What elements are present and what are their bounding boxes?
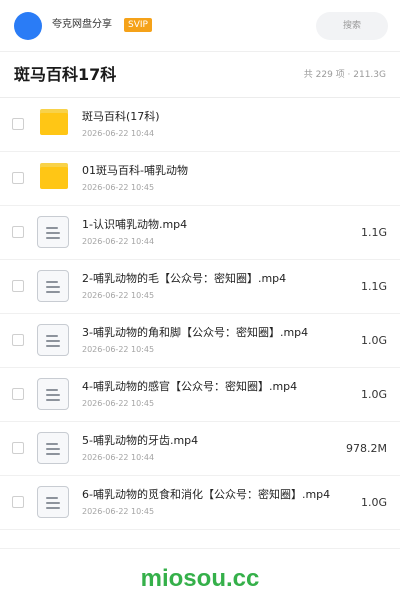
folder-summary: 共 229 项 · 211.3G bbox=[303, 70, 386, 80]
checkbox[interactable] bbox=[12, 226, 24, 238]
video-file-icon bbox=[37, 486, 69, 518]
checkbox[interactable] bbox=[12, 442, 24, 454]
video-file-icon bbox=[37, 324, 69, 356]
video-file-icon bbox=[37, 378, 69, 410]
checkbox[interactable] bbox=[12, 172, 24, 184]
checkbox[interactable] bbox=[12, 334, 24, 346]
avatar[interactable] bbox=[14, 12, 42, 40]
list-item[interactable]: 3-哺乳动物的角和脚【公众号：密知圈】.mp4 2026-06-22 10:45… bbox=[0, 314, 400, 368]
item-name: 01斑马百科-哺乳动物 bbox=[82, 164, 188, 177]
item-date: 2026-06-22 10:44 bbox=[82, 453, 155, 462]
list-item[interactable]: 01斑马百科-哺乳动物 2026-06-22 10:45 bbox=[0, 152, 400, 206]
list-item[interactable]: 2-哺乳动物的毛【公众号：密知圈】.mp4 2026-06-22 10:45 1… bbox=[0, 260, 400, 314]
folder-icon bbox=[40, 163, 68, 189]
item-date: 2026-06-22 10:45 bbox=[82, 507, 155, 516]
item-size: 1.0G bbox=[360, 388, 387, 401]
item-date: 2026-06-22 10:45 bbox=[82, 183, 155, 192]
item-date: 2026-06-22 10:44 bbox=[82, 129, 155, 138]
video-file-icon bbox=[37, 270, 69, 302]
app-title: 夸克网盘分享 bbox=[52, 19, 112, 30]
video-file-icon bbox=[37, 216, 69, 248]
item-name: 5-哺乳动物的牙齿.mp4 bbox=[82, 434, 199, 447]
list-item[interactable]: 6-哺乳动物的觅食和消化【公众号：密知圈】.mp4 2026-06-22 10:… bbox=[0, 476, 400, 530]
list-item[interactable]: 1-认识哺乳动物.mp4 2026-06-22 10:44 1.1G bbox=[0, 206, 400, 260]
item-size: 978.2M bbox=[346, 442, 387, 455]
checkbox[interactable] bbox=[12, 280, 24, 292]
item-size: 1.1G bbox=[360, 280, 387, 293]
item-name: 3-哺乳动物的角和脚【公众号：密知圈】.mp4 bbox=[82, 326, 309, 339]
item-date: 2026-06-22 10:45 bbox=[82, 399, 155, 408]
item-size: 1.0G bbox=[360, 334, 387, 347]
item-date: 2026-06-22 10:45 bbox=[82, 291, 155, 300]
item-name: 1-认识哺乳动物.mp4 bbox=[82, 218, 188, 231]
item-date: 2026-06-22 10:44 bbox=[82, 237, 155, 246]
list-item[interactable]: 4-哺乳动物的感官【公众号：密知圈】.mp4 2026-06-22 10:45 … bbox=[0, 368, 400, 422]
page-title: 斑马百科17科 bbox=[14, 65, 117, 84]
watermark: miosou.cc bbox=[140, 565, 260, 592]
folder-icon bbox=[40, 109, 68, 135]
header: 夸克网盘分享 SVIP bbox=[0, 0, 400, 52]
item-name: 斑马百科(17科) bbox=[82, 110, 160, 123]
checkbox[interactable] bbox=[12, 496, 24, 508]
svip-badge: SVIP bbox=[124, 18, 152, 32]
item-name: 2-哺乳动物的毛【公众号：密知圈】.mp4 bbox=[82, 272, 287, 285]
file-list: 斑马百科(17科) 2026-06-22 10:44 01斑马百科-哺乳动物 2… bbox=[0, 98, 400, 530]
video-file-icon bbox=[37, 432, 69, 464]
list-item[interactable]: 斑马百科(17科) 2026-06-22 10:44 bbox=[0, 98, 400, 152]
list-item[interactable]: 5-哺乳动物的牙齿.mp4 2026-06-22 10:44 978.2M bbox=[0, 422, 400, 476]
item-size: 1.1G bbox=[360, 226, 387, 239]
item-name: 6-哺乳动物的觅食和消化【公众号：密知圈】.mp4 bbox=[82, 488, 331, 501]
item-date: 2026-06-22 10:45 bbox=[82, 345, 155, 354]
checkbox[interactable] bbox=[12, 388, 24, 400]
item-name: 4-哺乳动物的感官【公众号：密知圈】.mp4 bbox=[82, 380, 298, 393]
search-input[interactable] bbox=[316, 12, 388, 40]
checkbox[interactable] bbox=[12, 118, 24, 130]
item-size: 1.0G bbox=[360, 496, 387, 509]
folder-title-bar: 斑马百科17科 共 229 项 · 211.3G bbox=[0, 52, 400, 98]
